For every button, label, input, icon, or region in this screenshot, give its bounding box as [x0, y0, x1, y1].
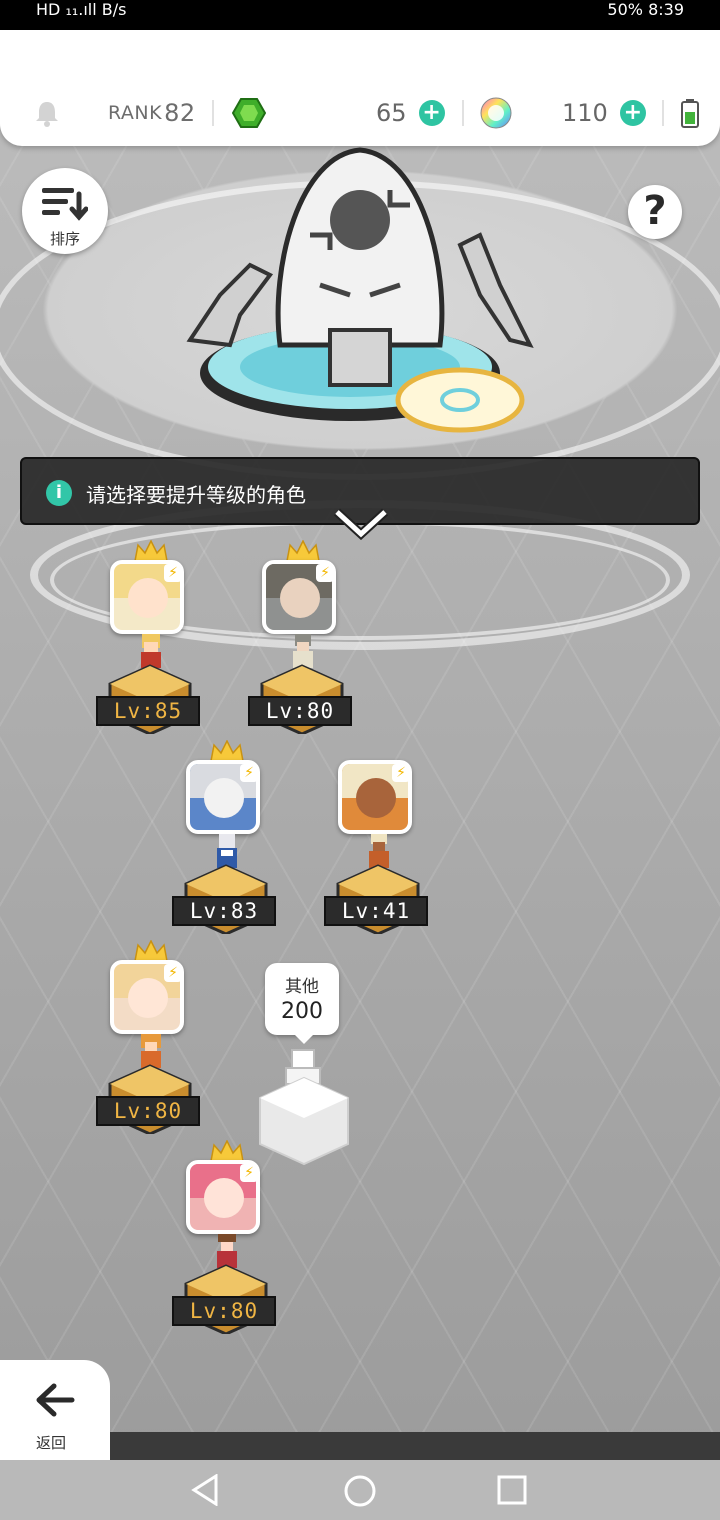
lightning-icon: ⚡ [392, 764, 410, 782]
status-right: 50% 8:39 [607, 0, 684, 19]
crown-icon [134, 940, 168, 962]
add-crystal-button[interactable]: + [619, 100, 646, 126]
rank-label: RANK [108, 102, 163, 124]
gem-icon [232, 96, 266, 130]
rank-value: 82 [164, 99, 196, 127]
bottom-strip [110, 1432, 720, 1460]
level-label: Lv:85 [96, 696, 200, 726]
add-gem-button[interactable]: + [418, 100, 445, 126]
character-slot[interactable]: ⚡ Lv:80 [172, 1140, 276, 1350]
divider [212, 100, 214, 126]
level-label: Lv:80 [96, 1096, 200, 1126]
character-slot[interactable]: ⚡ Lv:41 [324, 740, 428, 950]
system-nav-bar [0, 1460, 720, 1520]
back-label: 返回 [36, 1434, 67, 1452]
bell-icon[interactable] [34, 96, 62, 130]
sort-icon [42, 188, 88, 221]
egg-device [186, 147, 534, 433]
divider [662, 100, 664, 126]
crown-icon [210, 740, 244, 762]
lightning-icon: ⚡ [316, 564, 334, 582]
character-slot[interactable]: ⚡ Lv:85 [96, 540, 200, 750]
battery-icon [680, 96, 700, 130]
level-label: Lv:80 [172, 1296, 276, 1326]
others-count: 200 [281, 999, 323, 1024]
status-left: HD ₁₁.ıll B/s [36, 0, 127, 19]
character-slot[interactable]: ⚡ Lv:83 [172, 740, 276, 950]
chevron-down-icon[interactable] [333, 508, 389, 540]
level-label: Lv:83 [172, 896, 276, 926]
crown-icon [210, 1140, 244, 1162]
sort-button[interactable]: 排序 [22, 168, 108, 254]
back-button[interactable]: 返回 [0, 1360, 110, 1460]
placeholder-cube[interactable] [256, 1048, 352, 1168]
others-label: 其他 [285, 977, 319, 997]
crystal-orb-icon [480, 96, 512, 130]
lightning-icon: ⚡ [164, 564, 182, 582]
crown-icon [286, 540, 320, 562]
nav-home-icon[interactable] [343, 1474, 377, 1508]
crystal-count: 110 [562, 99, 608, 127]
others-bubble[interactable]: 其他 200 [265, 963, 339, 1044]
character-slot[interactable]: ⚡ Lv:80 [248, 540, 352, 750]
status-bar: HD ₁₁.ıll B/s 50% 8:39 [0, 0, 720, 30]
character-slot[interactable]: ⚡ Lv:80 [96, 940, 200, 1150]
nav-back-icon[interactable] [190, 1474, 222, 1506]
info-icon: i [46, 480, 72, 506]
lightning-icon: ⚡ [240, 764, 258, 782]
gem-count: 65 [376, 99, 407, 127]
help-button[interactable]: ? [628, 185, 682, 239]
rank-display: RANK 82 [108, 96, 196, 130]
level-label: Lv:80 [248, 696, 352, 726]
sort-label: 排序 [49, 230, 80, 248]
divider [462, 100, 464, 126]
nav-recents-icon[interactable] [497, 1475, 527, 1505]
notice-text: 请选择要提升等级的角色 [86, 483, 306, 507]
crown-icon [134, 540, 168, 562]
lightning-icon: ⚡ [164, 964, 182, 982]
level-label: Lv:41 [324, 896, 428, 926]
resource-bar: RANK 82 65 + 110 + [0, 30, 720, 146]
arrow-left-icon [36, 1383, 75, 1417]
